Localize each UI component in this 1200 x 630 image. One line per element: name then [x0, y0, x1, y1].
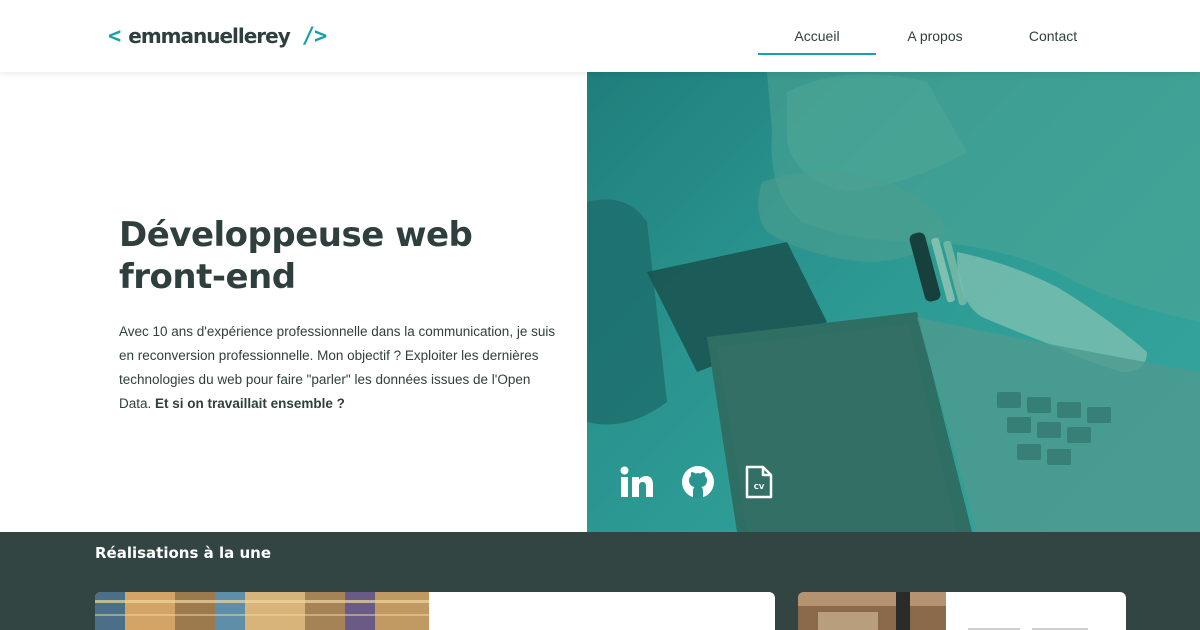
nav-item-a-propos[interactable]: A propos — [876, 0, 994, 72]
nav-item-accueil[interactable]: Accueil — [758, 0, 876, 72]
logo-open-bracket: < — [108, 23, 121, 49]
social-links: CV — [620, 464, 776, 500]
site-logo[interactable]: < emmanuellerey /> — [108, 22, 327, 50]
hero-title: Développeuse web front-end — [119, 215, 473, 297]
hero-photo-illustration — [587, 72, 1200, 532]
github-link[interactable] — [681, 464, 715, 500]
site-header: < emmanuellerey /> Accueil A propos Cont… — [0, 0, 1200, 72]
hero-description-cta: Et si on travaillait ensemble ? — [155, 396, 345, 411]
cv-link[interactable]: CV — [742, 464, 776, 500]
project-thumbnail — [798, 592, 946, 630]
hero-photo: CV — [587, 72, 1200, 532]
main-nav: Accueil A propos Contact — [758, 0, 1112, 72]
project-card[interactable] — [95, 592, 775, 630]
project-card[interactable] — [798, 592, 1126, 630]
cv-document-icon: CV — [745, 465, 773, 499]
logo-name: emmanuellerey — [128, 24, 291, 48]
logo-close-bracket: /> — [301, 23, 327, 49]
cv-icon-label: CV — [754, 483, 765, 491]
nav-item-contact[interactable]: Contact — [994, 0, 1112, 72]
hero-description: Avec 10 ans d'expérience professionnelle… — [119, 320, 559, 416]
linkedin-link[interactable] — [620, 464, 654, 500]
github-icon — [682, 466, 714, 498]
projects-title: Réalisations à la une — [95, 544, 271, 562]
hero-intro: Développeuse web front-end Avec 10 ans d… — [0, 72, 587, 532]
featured-projects: Réalisations à la une — [0, 532, 1200, 630]
linkedin-icon — [620, 466, 653, 497]
project-thumbnail — [95, 592, 429, 630]
